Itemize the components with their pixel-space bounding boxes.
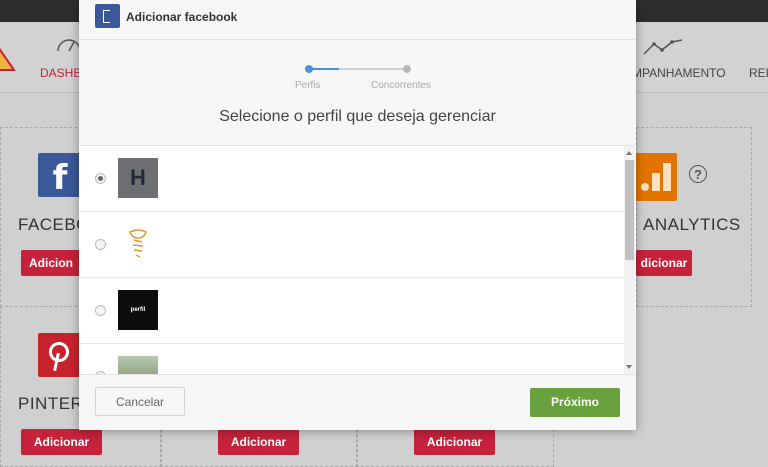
modal-title: Adicionar facebook — [126, 10, 238, 24]
step-dot-concorrentes — [403, 65, 411, 73]
step-label-perfis: Perfis — [295, 80, 321, 91]
scroll-down-icon[interactable] — [626, 365, 632, 369]
letter-h-avatar: H — [118, 158, 158, 198]
select-profile-heading: Selecione o perfil que deseja gerenciar — [219, 108, 496, 125]
list-scrollbar[interactable] — [624, 146, 635, 374]
tooth-logo-avatar — [118, 224, 158, 264]
stepper-progress — [309, 68, 339, 70]
profile-row[interactable] — [79, 344, 624, 374]
facebook-badge-icon — [95, 4, 120, 28]
logo-icon — [0, 48, 16, 71]
profile-radio[interactable] — [95, 305, 106, 316]
facebook-icon: f — [38, 153, 82, 198]
scroll-up-icon[interactable] — [626, 151, 632, 155]
dark-logo-avatar: perfil — [118, 290, 158, 330]
modal-footer: Cancelar Próximo — [79, 374, 636, 430]
nav-acompanhamento[interactable]: MPANHAMENTO — [632, 66, 726, 80]
profile-row[interactable] — [79, 212, 624, 278]
pinterest-icon — [38, 333, 82, 377]
add-analytics-button[interactable]: dicionar — [636, 250, 692, 276]
add-facebook-modal: Adicionar facebook Perfis Concorrentes S… — [79, 0, 636, 430]
profile-row[interactable]: perfil — [79, 278, 624, 344]
modal-header: Adicionar facebook — [79, 0, 636, 40]
step-label-concorrentes: Concorrentes — [371, 80, 432, 91]
profile-row[interactable]: H — [79, 146, 624, 212]
stepper: Perfis Concorrentes Selecione o perfil q… — [79, 40, 636, 146]
nav-relatorios[interactable]: REL — [749, 66, 768, 80]
help-icon[interactable]: ? — [689, 165, 707, 183]
add-button[interactable]: Adicionar — [414, 429, 495, 455]
card-title-analytics: ANALYTICS — [643, 215, 741, 234]
line-chart-icon[interactable] — [640, 36, 686, 58]
add-facebook-button[interactable]: Adicion — [21, 250, 81, 276]
add-pinterest-button[interactable]: Adicionar — [21, 429, 102, 455]
profile-radio[interactable] — [95, 239, 106, 250]
photo-avatar — [118, 356, 158, 374]
step-dot-perfis — [305, 65, 313, 73]
next-button[interactable]: Próximo — [530, 388, 620, 417]
cancel-button[interactable]: Cancelar — [95, 387, 185, 416]
analytics-icon — [633, 153, 677, 201]
add-button[interactable]: Adicionar — [218, 429, 299, 455]
profile-radio[interactable] — [95, 173, 106, 184]
profile-list: H perfil — [79, 146, 624, 374]
scroll-thumb[interactable] — [625, 160, 634, 260]
nav-dashboard[interactable]: DASHB — [40, 66, 81, 80]
